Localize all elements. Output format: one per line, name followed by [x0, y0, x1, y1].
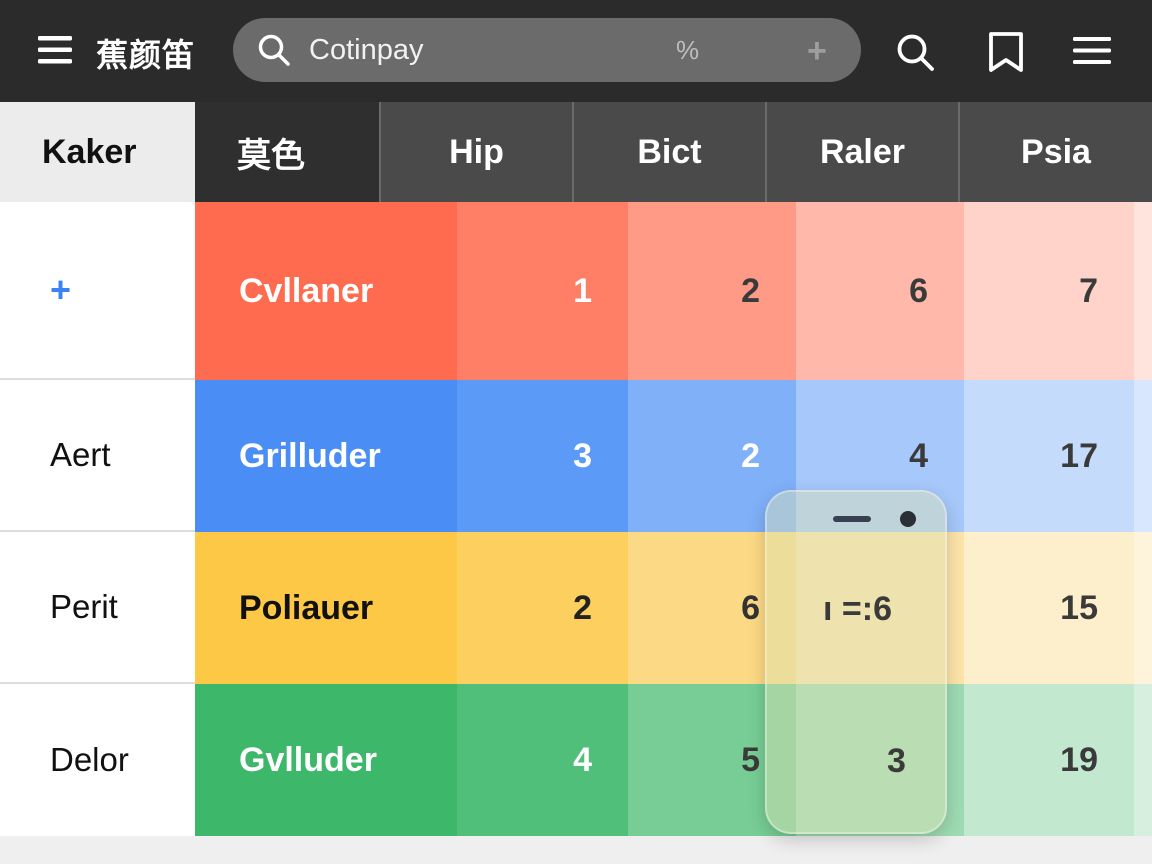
table-row[interactable]: Delor Gvlluder 4 5 19: [0, 684, 1152, 836]
row-label[interactable]: Delor: [0, 684, 195, 836]
column-header[interactable]: Bict: [572, 102, 765, 202]
search-bar[interactable]: % +: [233, 18, 861, 82]
add-button[interactable]: +: [807, 32, 827, 71]
table-row[interactable]: + Cvllaner 1 2 6 7: [0, 202, 1152, 380]
row-edge: [1134, 684, 1152, 836]
column-header[interactable]: Raler: [765, 102, 958, 202]
row-label[interactable]: Aert: [0, 380, 195, 532]
table-cell: 2: [457, 532, 628, 684]
search-icon: [257, 33, 291, 72]
table-cell: 7: [964, 202, 1134, 380]
search-icon[interactable]: [893, 30, 937, 74]
bookmark-icon[interactable]: [984, 30, 1028, 74]
hamburger-menu-icon[interactable]: [36, 34, 74, 66]
table-cell: 19: [964, 684, 1134, 836]
column-header[interactable]: 莫色: [195, 102, 379, 202]
table-cell: 1: [457, 202, 628, 380]
table-cell: 15: [964, 532, 1134, 684]
table-cell: 17: [964, 380, 1134, 532]
app-title: 蕉颜笛: [96, 36, 196, 74]
row-edge: [1134, 532, 1152, 684]
table-cell: 4: [457, 684, 628, 836]
menu-icon[interactable]: [1072, 34, 1112, 68]
table-cell: 3: [457, 380, 628, 532]
table-cell: 6: [796, 202, 964, 380]
row-name: Gvlluder: [195, 684, 457, 836]
search-suffix: %: [676, 35, 700, 65]
row-name: Grilluder: [195, 380, 457, 532]
row-edge: [1134, 380, 1152, 532]
row-name: Cvllaner: [195, 202, 457, 380]
top-bar: 蕉颜笛 % +: [0, 0, 1152, 102]
table-row[interactable]: Perit Poliauer 2 6 15: [0, 532, 1152, 684]
phone-speaker: [833, 516, 871, 522]
phone-overlay[interactable]: ı =:6 3: [765, 490, 947, 834]
phone-screen-text: ı =:6: [823, 590, 892, 628]
column-header[interactable]: Psia: [958, 102, 1152, 202]
row-name: Poliauer: [195, 532, 457, 684]
row-edge: [1134, 202, 1152, 380]
phone-bottom-text: 3: [887, 742, 906, 780]
row-label[interactable]: Perit: [0, 532, 195, 684]
phone-camera: [900, 511, 916, 527]
table-row[interactable]: Aert Grilluder 3 2 4 17: [0, 380, 1152, 532]
column-header[interactable]: Hip: [379, 102, 572, 202]
table-header: Kaker 莫色 Hip Bict Raler Psia: [0, 102, 1152, 202]
row-label[interactable]: +: [0, 202, 195, 380]
search-input[interactable]: [309, 28, 809, 72]
table-cell: 2: [628, 202, 796, 380]
corner-header: Kaker: [0, 102, 195, 202]
